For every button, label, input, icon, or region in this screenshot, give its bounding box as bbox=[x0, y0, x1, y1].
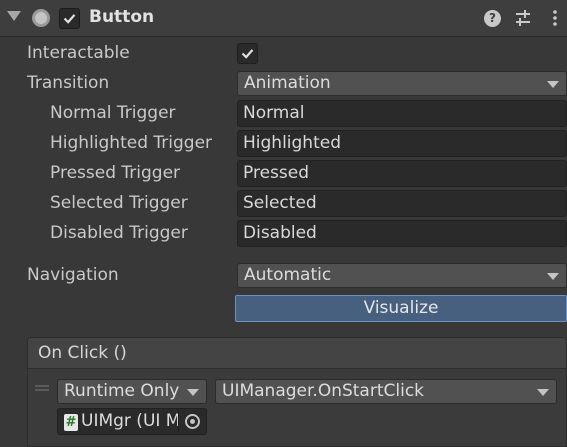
runtime-mode-value: Runtime Only bbox=[64, 381, 180, 401]
component-title: Button bbox=[89, 7, 155, 27]
navigation-value: Automatic bbox=[244, 265, 332, 285]
highlighted-trigger-field[interactable]: Highlighted bbox=[237, 130, 567, 157]
highlighted-trigger-label: Highlighted Trigger bbox=[50, 133, 213, 153]
visualize-button[interactable]: Visualize bbox=[235, 295, 567, 322]
navigation-label: Navigation bbox=[27, 265, 119, 285]
target-object-field[interactable]: # UIMgr (UI M bbox=[57, 408, 207, 435]
normal-trigger-label: Normal Trigger bbox=[50, 103, 176, 123]
transition-dropdown[interactable]: Animation bbox=[237, 71, 567, 96]
selected-trigger-field[interactable]: Selected bbox=[237, 190, 567, 217]
chevron-down-icon bbox=[547, 273, 559, 280]
function-dropdown[interactable]: UIManager.OnStartClick bbox=[215, 379, 557, 404]
checkmark-icon bbox=[241, 49, 254, 59]
disabled-trigger-label: Disabled Trigger bbox=[50, 223, 188, 243]
interactable-label: Interactable bbox=[27, 43, 130, 63]
interactable-checkbox[interactable] bbox=[237, 43, 258, 64]
disabled-trigger-field[interactable]: Disabled bbox=[237, 220, 567, 247]
preset-icon[interactable] bbox=[513, 8, 533, 28]
script-icon: # bbox=[64, 414, 78, 431]
target-object-value: UIMgr (UI M bbox=[81, 411, 181, 431]
transition-value: Animation bbox=[244, 73, 331, 93]
pressed-trigger-field[interactable]: Pressed bbox=[237, 160, 567, 187]
on-click-header: On Click () bbox=[27, 337, 567, 369]
disabled-trigger-value: Disabled bbox=[243, 223, 317, 243]
highlighted-trigger-value: Highlighted bbox=[243, 133, 341, 153]
help-icon[interactable]: ? bbox=[484, 10, 501, 27]
selected-trigger-label: Selected Trigger bbox=[50, 193, 188, 213]
normal-trigger-value: Normal bbox=[243, 103, 305, 123]
pressed-trigger-label: Pressed Trigger bbox=[50, 163, 181, 183]
component-header bbox=[0, 0, 567, 37]
chevron-down-icon bbox=[187, 389, 199, 396]
chevron-down-icon bbox=[547, 81, 559, 88]
pressed-trigger-value: Pressed bbox=[243, 163, 309, 183]
normal-trigger-field[interactable]: Normal bbox=[237, 100, 567, 127]
navigation-dropdown[interactable]: Automatic bbox=[237, 263, 567, 288]
object-picker-button[interactable] bbox=[178, 410, 205, 433]
foldout-arrow-icon[interactable] bbox=[7, 11, 21, 21]
selected-trigger-value: Selected bbox=[243, 193, 317, 213]
kebab-menu-icon[interactable] bbox=[545, 8, 565, 28]
function-value: UIManager.OnStartClick bbox=[222, 381, 425, 401]
drag-handle-icon[interactable] bbox=[35, 385, 49, 391]
component-enabled-checkbox[interactable] bbox=[59, 8, 80, 29]
runtime-mode-dropdown[interactable]: Runtime Only bbox=[57, 379, 207, 404]
object-picker-icon bbox=[185, 414, 200, 429]
checkmark-icon bbox=[63, 14, 76, 24]
button-component-icon bbox=[32, 9, 50, 27]
transition-label: Transition bbox=[27, 73, 110, 93]
chevron-down-icon bbox=[537, 389, 549, 396]
